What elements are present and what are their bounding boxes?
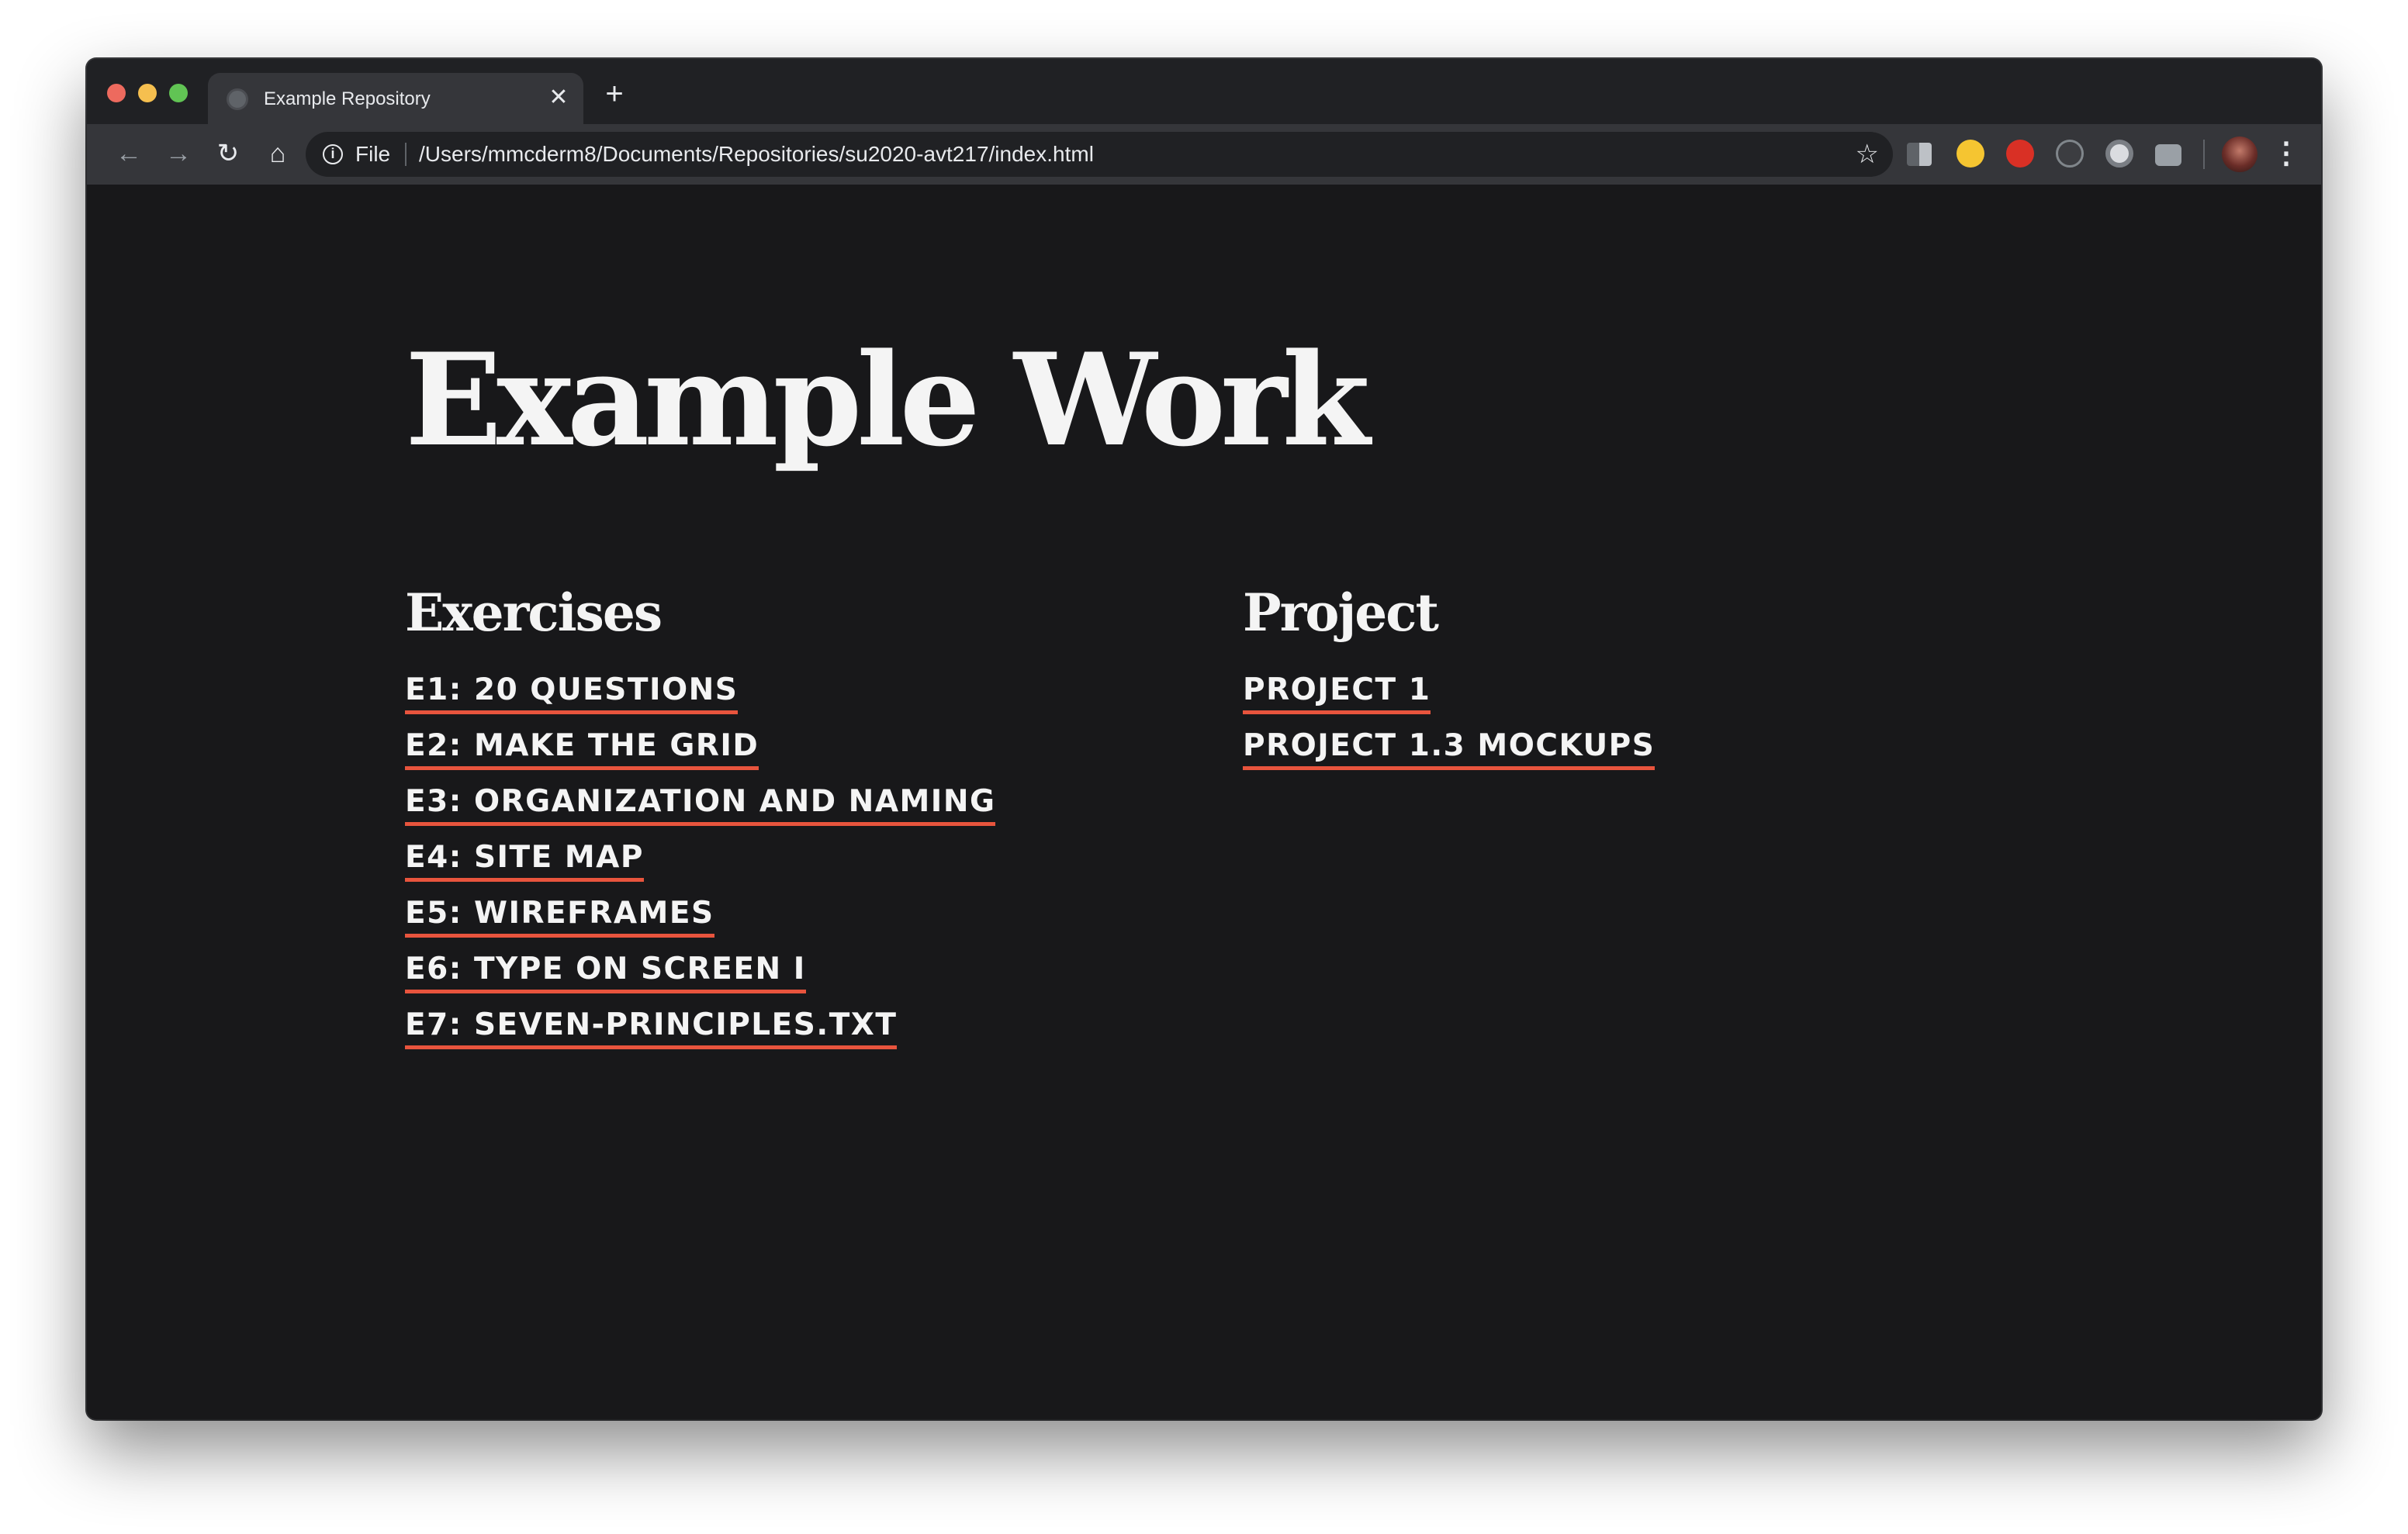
camera-extension-icon[interactable]	[2155, 144, 2181, 166]
profile-avatar[interactable]	[2222, 136, 2258, 172]
project-link-1[interactable]: PROJECT 1	[1243, 670, 1431, 714]
list-item: E7: SEVEN-PRINCIPLES.TXT	[405, 1005, 995, 1061]
project-section: Project PROJECT 1 PROJECT 1.3 MOCKUPS	[1243, 580, 1656, 782]
url-text[interactable]: /Users/mmcderm8/Documents/Repositories/s…	[419, 141, 1094, 168]
tab-strip: Example Repository ✕ +	[87, 59, 2321, 124]
list-item: PROJECT 1	[1243, 670, 1655, 726]
exercises-section: Exercises E1: 20 QUESTIONS E2: MAKE THE …	[405, 580, 996, 1061]
list-item: E3: ORGANIZATION AND NAMING	[405, 782, 996, 838]
emoji-extension-icon[interactable]	[1956, 140, 1984, 168]
project-heading: Project	[1243, 582, 1439, 643]
list-item: E4: SITE MAP	[405, 838, 995, 893]
back-arrow-icon[interactable]: ←	[109, 133, 149, 174]
exercises-list: E1: 20 QUESTIONS E2: MAKE THE GRID E3: O…	[405, 670, 996, 1061]
url-scheme-label: File	[355, 142, 391, 166]
forward-arrow-icon[interactable]: →	[158, 133, 199, 174]
close-window-button[interactable]	[107, 84, 126, 102]
reload-icon[interactable]: ↻	[208, 133, 248, 174]
tab-title: Example Repository	[264, 88, 431, 109]
exercise-link-e1[interactable]: E1: 20 QUESTIONS	[405, 670, 739, 714]
close-icon[interactable]: ✕	[545, 84, 573, 112]
url-divider	[405, 143, 407, 166]
address-bar[interactable]: i File /Users/mmcderm8/Documents/Reposit…	[306, 132, 1893, 177]
zoom-window-button[interactable]	[169, 84, 188, 102]
more-menu-icon[interactable]: ⋮	[2271, 135, 2301, 174]
exercise-link-e4[interactable]: E4: SITE MAP	[405, 838, 644, 882]
record-extension-icon[interactable]	[2105, 140, 2133, 168]
browser-toolbar: ← → ↻ ⌂ i File /Users/mmcderm8/Documents…	[87, 124, 2321, 185]
page-content: Example Work Exercises E1: 20 QUESTIONS …	[87, 185, 2321, 1419]
star-icon[interactable]: ☆	[1856, 140, 1879, 169]
toolbar-divider	[2203, 140, 2205, 169]
browser-window: Example Repository ✕ + ← → ↻ ⌂ i File /U…	[87, 59, 2321, 1419]
list-item: E6: TYPE ON SCREEN I	[405, 949, 995, 1005]
extension-icon[interactable]	[1907, 143, 1932, 166]
new-tab-button[interactable]: +	[599, 78, 630, 110]
exercise-link-e7[interactable]: E7: SEVEN-PRINCIPLES.TXT	[405, 1005, 898, 1049]
exercise-link-e3[interactable]: E3: ORGANIZATION AND NAMING	[405, 782, 996, 826]
info-icon[interactable]: i	[323, 144, 343, 164]
stop-extension-icon[interactable]	[2006, 140, 2034, 168]
exercise-link-e2[interactable]: E2: MAKE THE GRID	[405, 726, 759, 770]
globe-icon	[227, 88, 248, 110]
tab-example-repository[interactable]: Example Repository ✕	[208, 73, 583, 124]
home-icon[interactable]: ⌂	[258, 133, 298, 174]
exercise-link-e5[interactable]: E5: WIREFRAMES	[405, 893, 714, 938]
list-item: E5: WIREFRAMES	[405, 893, 995, 949]
project-link-1-3-mockups[interactable]: PROJECT 1.3 MOCKUPS	[1243, 726, 1656, 770]
list-item: E1: 20 QUESTIONS	[405, 670, 995, 726]
minimize-window-button[interactable]	[138, 84, 157, 102]
page-title: Example Work	[405, 325, 1370, 475]
exercise-link-e6[interactable]: E6: TYPE ON SCREEN I	[405, 949, 806, 993]
list-item: E2: MAKE THE GRID	[405, 726, 995, 782]
project-list: PROJECT 1 PROJECT 1.3 MOCKUPS	[1243, 670, 1656, 782]
circle-extension-icon[interactable]	[2056, 140, 2084, 168]
list-item: PROJECT 1.3 MOCKUPS	[1243, 726, 1656, 782]
exercises-heading: Exercises	[405, 582, 663, 643]
